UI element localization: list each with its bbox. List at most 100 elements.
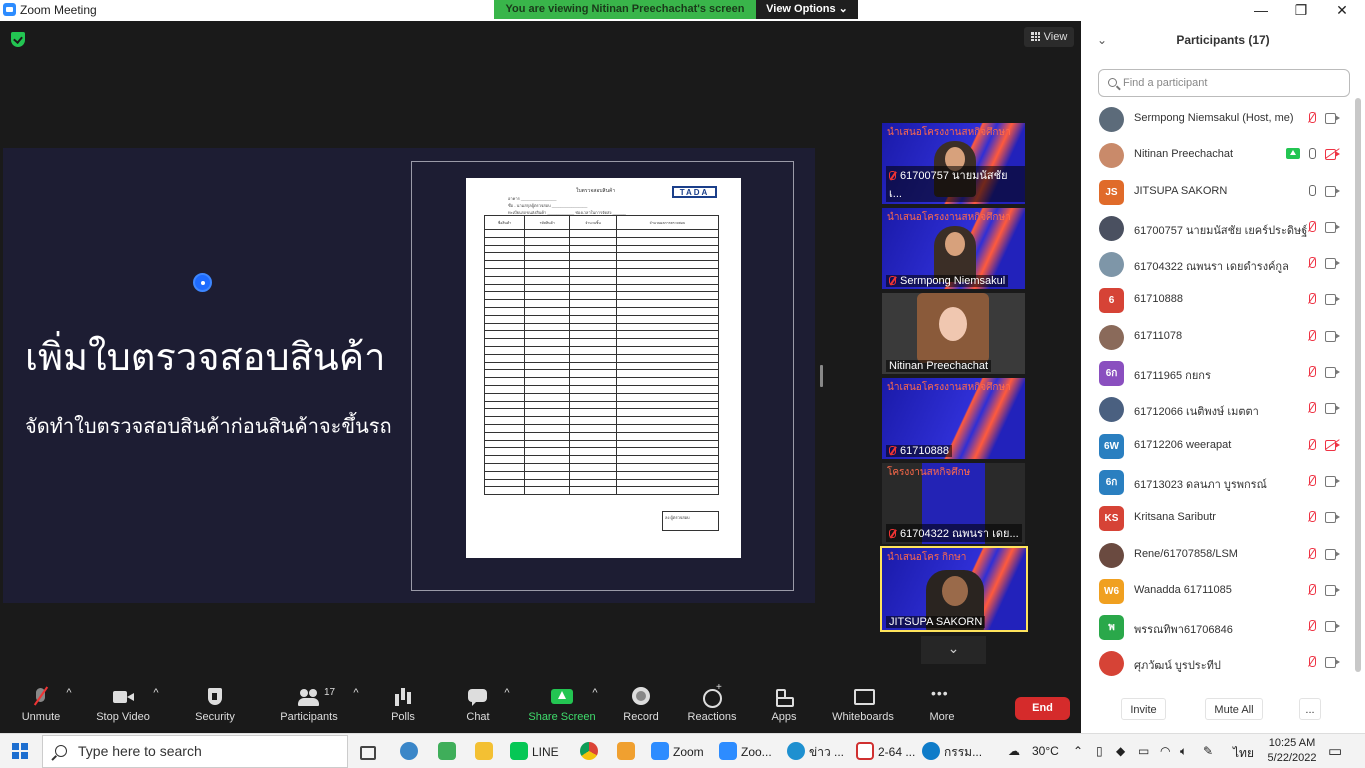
taskbar-app-news[interactable]: ข่าว ... [787, 741, 844, 763]
view-button[interactable]: View [1024, 27, 1074, 47]
participant-row[interactable]: JS JITSUPA SAKORN [1081, 174, 1353, 210]
video-camera-icon[interactable] [1325, 294, 1340, 306]
video-camera-icon[interactable] [1325, 657, 1340, 669]
video-options-caret[interactable]: ^ [151, 687, 161, 699]
participant-row[interactable]: 61700757 นายมนัสชัย เยคร์ประดิษฐ์ [1081, 210, 1353, 246]
participant-list-scrollbar[interactable] [1355, 98, 1361, 672]
muted-mic-icon[interactable] [1307, 547, 1316, 560]
show-hidden-icons-chevron-icon[interactable]: ⌃ [1073, 744, 1083, 758]
participant-row[interactable]: Sermpong Niemsakul (Host, me) [1081, 101, 1353, 137]
more-button[interactable]: More [897, 685, 987, 723]
video-camera-icon[interactable] [1325, 258, 1340, 270]
muted-mic-icon[interactable] [1307, 293, 1316, 305]
video-tile[interactable]: นำเสนอโครงงานสหกิจศึกษา 61710888 [882, 378, 1025, 459]
video-camera-icon[interactable] [1325, 584, 1340, 596]
video-camera-icon[interactable] [1325, 113, 1340, 124]
muted-mic-icon[interactable] [1307, 402, 1316, 414]
participant-row[interactable]: 61712066 เนติพงษ์ เมตตา [1081, 391, 1353, 427]
video-tile[interactable]: Nitinan Preechachat [882, 293, 1025, 374]
muted-mic-icon[interactable] [1307, 620, 1316, 632]
participant-row[interactable]: 6W 61712206 weerapat [1081, 428, 1353, 464]
active-speaker-tile[interactable]: นำเสนอโคร กิกษา JITSUPA SAKORN [880, 546, 1028, 632]
muted-mic-icon[interactable] [1307, 583, 1316, 596]
taskbar-app-pdf[interactable]: 2-64 ... [856, 741, 915, 763]
weather-icon[interactable]: ☁ [1008, 744, 1020, 758]
video-camera-icon[interactable] [1325, 330, 1340, 342]
volume-icon[interactable]: 🔈︎ [1180, 744, 1187, 759]
chrome-app-icon[interactable] [580, 741, 602, 763]
participant-row[interactable]: 6 61710888 [1081, 282, 1353, 318]
apps-button[interactable]: Apps [739, 687, 829, 723]
restore-button[interactable]: ❐ [1281, 0, 1321, 21]
camtasia-app-icon[interactable] [438, 741, 460, 763]
video-camera-icon[interactable] [1325, 475, 1340, 487]
mic-icon[interactable] [1307, 148, 1316, 160]
task-view-icon[interactable] [360, 741, 380, 763]
end-meeting-button[interactable]: End [1015, 697, 1070, 720]
widget-app-icon[interactable] [400, 741, 422, 763]
video-tile[interactable]: นำเสนอโครงงานสหกิจศึกษา 61700757 นายมนัส… [882, 123, 1025, 204]
muted-mic-icon[interactable] [1307, 656, 1316, 668]
dropbox-icon[interactable]: ◆ [1116, 744, 1125, 758]
taskbar-app-zoom[interactable]: Zoom [651, 741, 704, 763]
video-camera-icon[interactable] [1325, 185, 1340, 197]
view-options-button[interactable]: View Options ⌄ [756, 0, 858, 19]
video-off-icon[interactable] [1325, 438, 1340, 451]
muted-mic-icon[interactable] [1307, 329, 1316, 342]
video-tile[interactable]: โครงงานสหกิจศึกษ 61704322 ณพนรา เดย... [882, 463, 1025, 544]
whiteboards-button[interactable]: Whiteboards [818, 687, 908, 723]
video-camera-icon[interactable] [1325, 548, 1340, 560]
participant-row[interactable]: W6 Wanadda 61711085 [1081, 573, 1353, 609]
tiles-scroll-down-button[interactable]: ⌄ [921, 636, 986, 664]
temperature[interactable]: 30°C [1032, 744, 1059, 758]
video-tile[interactable]: นำเสนอโครงงานสหกิจศึกษา Sermpong Niemsak… [882, 208, 1025, 289]
security-button[interactable]: Security [170, 687, 260, 723]
invite-button[interactable]: Invite [1121, 698, 1166, 720]
muted-mic-icon[interactable] [1307, 474, 1316, 487]
encryption-shield-icon[interactable] [11, 32, 25, 47]
taskbar-app-zoom-meeting[interactable]: Zoo... [719, 741, 772, 763]
minimize-button[interactable]: — [1241, 0, 1281, 21]
participant-row[interactable]: พ พรรณทิพา61706846 [1081, 609, 1353, 645]
video-camera-icon[interactable] [1325, 221, 1340, 233]
audio-options-caret[interactable]: ^ [64, 687, 74, 699]
taskbar-search-input[interactable]: Type here to search [42, 735, 348, 768]
pen-icon[interactable]: ✎ [1203, 744, 1213, 758]
participant-row[interactable]: ศุภวัฒน์ บูรประทีป [1081, 645, 1353, 681]
wifi-icon[interactable]: ◠ [1160, 744, 1170, 758]
close-button[interactable]: ✕ [1322, 0, 1362, 21]
muted-mic-icon[interactable] [1307, 220, 1316, 233]
windows-start-icon[interactable] [12, 743, 28, 759]
ilovepdf-app-icon[interactable] [617, 741, 639, 763]
mute-all-button[interactable]: Mute All [1205, 698, 1263, 720]
muted-mic-icon[interactable] [1307, 438, 1316, 451]
participant-row[interactable]: 6ก 61711965 กยกร [1081, 355, 1353, 391]
video-camera-icon[interactable] [1325, 367, 1340, 379]
video-camera-icon[interactable] [1325, 403, 1340, 415]
muted-mic-icon[interactable] [1307, 366, 1316, 378]
participant-row[interactable]: Rene/61707858/LSM [1081, 537, 1353, 573]
device-icon[interactable]: ▯ [1096, 744, 1103, 758]
battery-icon[interactable]: ▭ [1138, 744, 1149, 758]
file-explorer-icon[interactable] [475, 741, 497, 763]
participant-row[interactable]: 6ก 61713023 ดลนภา บูรพกรณ์ [1081, 464, 1353, 500]
participant-row[interactable]: KS Kritsana Saributr [1081, 500, 1353, 536]
participant-search-input[interactable]: Find a participant [1098, 69, 1350, 97]
video-camera-icon[interactable] [1325, 512, 1340, 524]
video-camera-icon[interactable] [1325, 621, 1340, 633]
video-off-icon[interactable] [1325, 148, 1340, 161]
mic-icon[interactable] [1307, 184, 1316, 197]
taskbar-app-line[interactable]: LINE [510, 741, 559, 763]
system-clock[interactable]: 10:25 AM 5/22/2022 [1263, 736, 1321, 766]
participant-row[interactable]: 61704322 ณพนรา เดยดำรงค์กูล [1081, 246, 1353, 282]
taskbar-app-edge[interactable]: กรรม... [922, 741, 982, 763]
chat-options-caret[interactable]: ^ [502, 687, 512, 699]
participant-row[interactable]: Nitinan Preechachat [1081, 137, 1353, 173]
more-options-button[interactable]: ... [1299, 698, 1321, 720]
notifications-icon[interactable]: ▭ [1328, 742, 1342, 760]
muted-mic-icon[interactable] [1307, 257, 1316, 269]
language-indicator[interactable]: ไทย [1233, 744, 1254, 763]
participants-button[interactable]: 17 Participants [264, 687, 354, 723]
participant-row[interactable]: 61711078 [1081, 319, 1353, 355]
muted-mic-icon[interactable] [1307, 511, 1316, 523]
